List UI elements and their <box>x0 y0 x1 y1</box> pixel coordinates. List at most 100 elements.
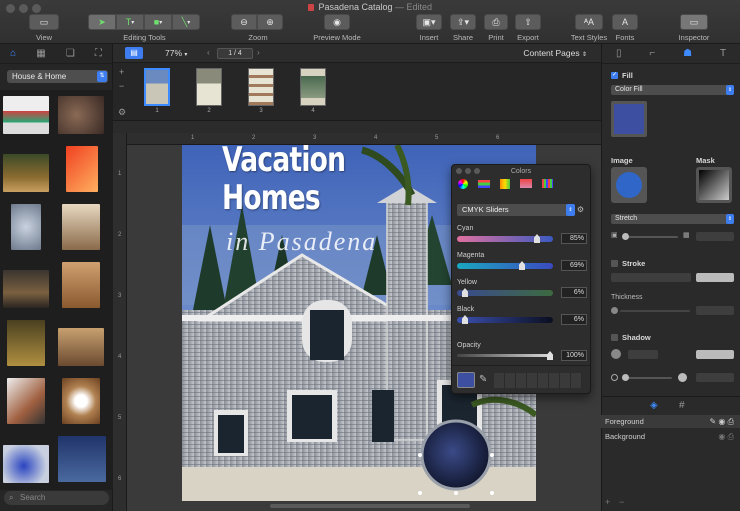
shadow-checkbox[interactable] <box>611 334 618 341</box>
remove-page-icon[interactable]: − <box>119 81 124 91</box>
share-button[interactable]: ⇪▾ Share <box>448 14 478 42</box>
slider-value-field[interactable]: 6% <box>561 287 587 298</box>
library-thumbnail[interactable] <box>58 96 104 134</box>
shape-tool-icon[interactable]: ■ ▾ <box>144 14 172 30</box>
previous-page-icon[interactable]: ‹ <box>207 48 210 57</box>
zoom-select[interactable]: 77% ▾ <box>165 48 187 58</box>
image-palettes-icon[interactable] <box>520 179 532 188</box>
export-button[interactable]: ⇧ Export <box>513 14 543 42</box>
document-tab-icon[interactable]: ▯ <box>616 48 622 59</box>
close-panel-button[interactable] <box>456 168 462 174</box>
stroke-style-select[interactable] <box>611 273 691 282</box>
preview-mode-button[interactable]: ◉ Preview Mode <box>308 14 366 42</box>
page-number-field[interactable]: 1 / 4 <box>217 48 253 59</box>
slider-knob[interactable] <box>622 374 629 381</box>
image-mode-select[interactable]: Stretch ⇕ <box>611 214 734 224</box>
pencils-icon[interactable] <box>542 179 553 188</box>
magenta-slider[interactable]: Magenta 69% <box>457 252 587 271</box>
color-wheel-icon[interactable] <box>458 179 468 189</box>
cyan-slider[interactable]: Cyan 85% <box>457 225 587 244</box>
slider-value-field[interactable]: 6% <box>561 314 587 325</box>
text-styles-button[interactable]: ᴬA Text Styles <box>568 14 610 42</box>
shadow-offset-slider[interactable] <box>622 377 672 379</box>
remove-layer-icon[interactable]: − <box>619 497 624 507</box>
fill-checkbox[interactable]: ✓ <box>611 72 618 79</box>
fill-type-select[interactable]: Color Fill ⇕ <box>611 85 734 95</box>
yellow-slider[interactable]: Yellow 6% <box>457 279 587 298</box>
add-layer-icon[interactable]: + <box>605 497 610 507</box>
page-thumb-3[interactable] <box>248 68 274 106</box>
view-button[interactable]: ▭ View <box>28 14 60 42</box>
fonts-button[interactable]: A Fonts <box>610 14 640 42</box>
current-color-well[interactable] <box>457 372 475 388</box>
library-thumbnail[interactable] <box>62 262 100 308</box>
print-icon[interactable]: ⎙ <box>728 432 734 441</box>
slider-value-field[interactable]: 85% <box>561 233 587 244</box>
color-palettes-icon[interactable] <box>500 179 510 189</box>
page-view-icon[interactable]: ▤ <box>125 47 143 59</box>
library-thumbnail[interactable] <box>11 204 41 250</box>
color-sliders-icon[interactable] <box>478 180 490 188</box>
opacity-value-field[interactable]: 100% <box>561 350 587 361</box>
opacity-slider[interactable]: Opacity 100% <box>457 342 587 361</box>
page-subtitle[interactable]: in Pasadena <box>226 227 377 257</box>
text-tab-icon[interactable]: T <box>720 48 726 59</box>
zoom-panel-button[interactable] <box>474 168 480 174</box>
layer-row[interactable]: Foreground ✎ ◉ ⎙ <box>601 415 740 428</box>
layers-stack-icon[interactable]: ◈ <box>650 400 658 411</box>
eye-icon[interactable]: ◉ <box>718 417 725 426</box>
thickness-slider[interactable] <box>620 310 690 312</box>
library-thumbnail[interactable] <box>3 445 49 483</box>
slider-value-field[interactable]: 69% <box>561 260 587 271</box>
slider-track[interactable] <box>457 263 553 269</box>
library-thumbnail[interactable] <box>62 378 100 424</box>
print-button[interactable]: ⎙ Print <box>482 14 510 42</box>
inspector-button[interactable]: ▭ Inspector <box>676 14 712 42</box>
grid-icon[interactable]: # <box>679 400 685 411</box>
text-tool-icon[interactable]: T ▾ <box>116 14 144 30</box>
library-thumbnail[interactable] <box>62 204 100 250</box>
library-thumbnail[interactable] <box>58 436 106 482</box>
zoom-in-icon[interactable]: ⊕ <box>257 14 283 30</box>
color-mode-select[interactable]: CMYK Sliders ⇕ <box>457 204 575 216</box>
page-settings-gear-icon[interactable]: ⚙ <box>118 107 126 118</box>
stroke-checkbox[interactable] <box>611 260 618 267</box>
library-thumbnail[interactable] <box>66 146 98 192</box>
library-home-icon[interactable]: ⌂ <box>10 48 16 59</box>
page-thumb-4[interactable] <box>300 68 326 106</box>
eye-icon[interactable]: ◉ <box>718 432 725 441</box>
next-page-icon[interactable]: › <box>257 48 260 57</box>
minimize-panel-button[interactable] <box>465 168 471 174</box>
gear-icon[interactable]: ⚙ <box>577 205 584 214</box>
eyedropper-icon[interactable]: ✎ <box>479 374 487 385</box>
pencil-icon[interactable]: ✎ <box>709 417 716 426</box>
page-thumb-1[interactable] <box>144 68 170 106</box>
style-tab-icon[interactable]: ☗ <box>683 48 692 59</box>
horizontal-scrollbar[interactable] <box>270 504 470 508</box>
pointer-tool-icon[interactable]: ➤ <box>88 14 116 30</box>
color-swatches[interactable] <box>494 373 582 388</box>
fill-color-well[interactable] <box>611 101 647 137</box>
slider-knob[interactable] <box>547 351 553 360</box>
thickness-field[interactable] <box>696 306 734 315</box>
slider-track[interactable] <box>457 317 553 323</box>
page-thumb-2[interactable] <box>196 68 222 106</box>
print-icon[interactable]: ⎙ <box>728 417 734 426</box>
image-library-icon[interactable]: ▦ <box>36 48 45 59</box>
library-thumbnail[interactable] <box>3 96 49 134</box>
library-thumbnail[interactable] <box>7 320 45 366</box>
slider-track[interactable] <box>457 290 553 296</box>
shadow-angle-field[interactable] <box>628 350 658 359</box>
library-category-select[interactable]: House & Home ⇅ <box>7 70 108 83</box>
layout-tab-icon[interactable]: ⌐ <box>649 48 655 59</box>
library-thumbnail[interactable] <box>7 378 45 424</box>
layer-row[interactable]: Background ◉ ⎙ <box>601 430 740 443</box>
library-search-input[interactable]: ⌕ Search <box>4 491 109 505</box>
library-thumbnail[interactable] <box>3 270 49 308</box>
zoom-out-icon[interactable]: ⊖ <box>231 14 257 30</box>
image-well[interactable] <box>611 167 647 203</box>
image-scale-slider[interactable] <box>624 236 678 238</box>
image-scale-field[interactable] <box>696 232 734 241</box>
shadow-offset-field[interactable] <box>696 373 734 382</box>
page-mode-select[interactable]: Content Pages ⇕ <box>523 48 587 58</box>
